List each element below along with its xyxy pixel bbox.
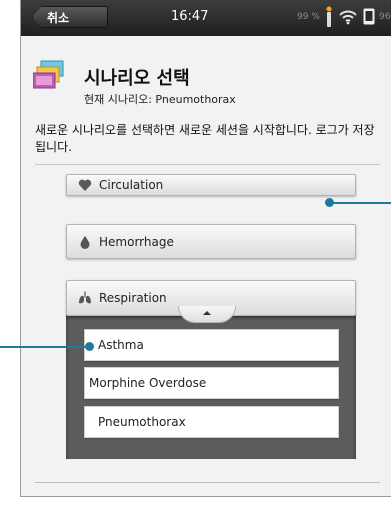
battery-percent: 99 % xyxy=(297,12,320,22)
bottom-divider xyxy=(35,482,380,483)
scenario-label: Asthma xyxy=(98,338,144,352)
category-hemorrhage-button[interactable]: Hemorrhage xyxy=(66,224,356,259)
category-label: Respiration xyxy=(99,291,167,305)
device-icon xyxy=(363,8,375,25)
heart-icon xyxy=(78,179,92,191)
description-text: 새로운 시나리오를 선택하면 새로운 세션을 시작합니다. 로그가 저장됩니다. xyxy=(35,123,375,154)
lungs-icon xyxy=(79,291,91,304)
clock: 16:47 xyxy=(171,9,209,24)
scenario-label: Pneumothorax xyxy=(98,415,186,429)
status-bar: 취소 16:47 99 % 96 % xyxy=(21,0,391,36)
callout-line-morphine xyxy=(0,346,90,348)
callout-dot-morphine xyxy=(85,342,94,351)
cancel-back-button[interactable]: 취소 xyxy=(32,6,108,28)
scenario-item-morphine-overdose[interactable]: Morphine Overdose xyxy=(84,367,339,399)
cancel-label: 취소 xyxy=(47,10,70,25)
scenario-dialog: 시나리오 선택 현재 시나리오: Pneumothorax 새로운 시나리오를 … xyxy=(21,36,391,496)
respiration-submenu: Asthma Morphine Overdose Pneumothorax xyxy=(66,315,356,459)
divider xyxy=(35,164,380,165)
callout-line-hemorrhage xyxy=(329,202,391,204)
person-icon xyxy=(326,6,332,27)
device-frame: 취소 16:47 99 % 96 % 시나리오 선택 현재 시나리오: Pneu… xyxy=(20,0,391,496)
chevron-up-icon xyxy=(203,311,211,315)
category-label: Circulation xyxy=(99,178,164,192)
scenario-item-asthma[interactable]: Asthma xyxy=(84,329,339,361)
page-title: 시나리오 선택 xyxy=(84,68,190,89)
scenario-label: Morphine Overdose xyxy=(89,376,207,390)
expand-collapse-tab[interactable] xyxy=(178,306,236,323)
category-circulation-button[interactable]: Circulation xyxy=(66,174,356,196)
battery-percent-secondary: 96 % xyxy=(379,12,391,22)
drop-icon xyxy=(80,235,90,249)
callout-dot-hemorrhage xyxy=(325,198,334,207)
scenario-item-pneumothorax[interactable]: Pneumothorax xyxy=(84,406,339,438)
scenario-cards-icon xyxy=(33,60,64,89)
wifi-icon xyxy=(339,10,357,25)
frame-bottom-edge xyxy=(20,496,391,497)
current-scenario-label: 현재 시나리오: Pneumothorax xyxy=(84,93,236,106)
category-label: Hemorrhage xyxy=(99,234,174,249)
